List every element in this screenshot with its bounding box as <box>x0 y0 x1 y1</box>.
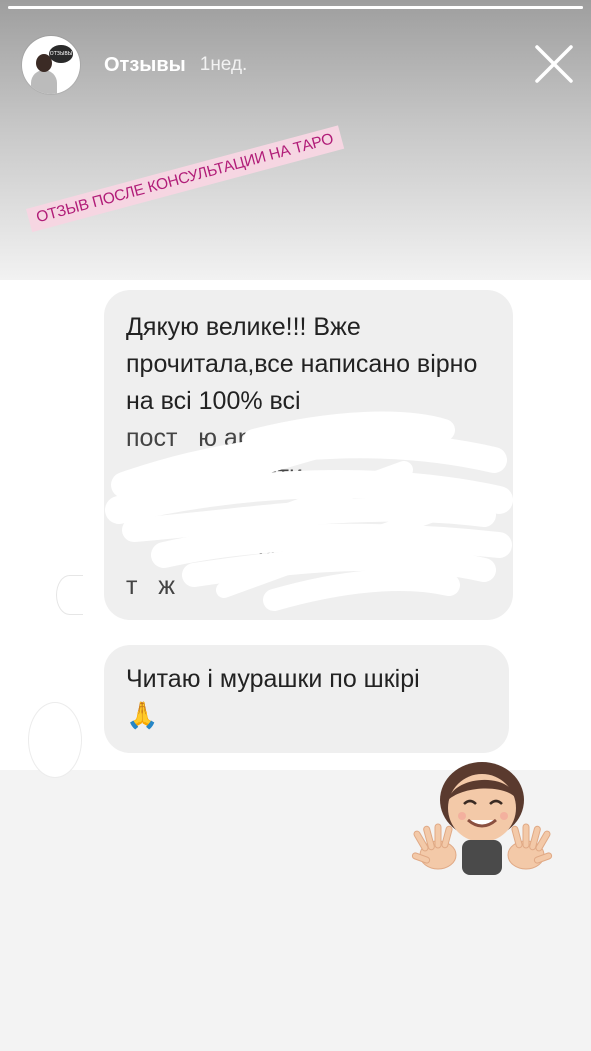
close-icon <box>535 45 573 83</box>
profile-avatar[interactable]: ОТЗЫВЫ <box>22 36 80 94</box>
message-text: Читаю і мурашки по шкірі <box>126 665 420 693</box>
sender-avatar <box>56 575 83 615</box>
message-text-obscured: пост ю ар ив і е х йти о се т ж <box>126 424 341 600</box>
story-header: ОТЗЫВЫ Отзывы 1нед. <box>22 36 247 94</box>
story-timestamp: 1нед. <box>199 54 248 75</box>
message-bubble: Читаю і мурашки по шкірі 🙏 <box>104 645 509 753</box>
folded-hands-emoji: 🙏 <box>126 701 159 731</box>
memoji-hands-sticker <box>411 762 553 875</box>
sender-avatar <box>28 702 82 778</box>
message-bubble: Дякую велике!!! Вже прочитала,все написа… <box>104 290 513 620</box>
message-text: Дякую велике!!! Вже прочитала,все написа… <box>126 313 478 415</box>
close-button[interactable] <box>534 44 574 84</box>
avatar-speech-bubble: ОТЗЫВЫ <box>49 45 73 63</box>
story-progress-bar <box>8 6 583 9</box>
story-screen: ОТЗЫВЫ Отзывы 1нед. ОТЗЫВ ПОСЛЕ КОНСУЛЬТ… <box>0 0 591 1051</box>
story-progress-fill <box>8 6 583 9</box>
avatar-figure <box>31 70 57 94</box>
story-text-sticker: ОТЗЫВ ПОСЛЕ КОНСУЛЬТАЦИИ НА ТАРО <box>26 125 345 233</box>
profile-username[interactable]: Отзывы <box>104 54 186 77</box>
